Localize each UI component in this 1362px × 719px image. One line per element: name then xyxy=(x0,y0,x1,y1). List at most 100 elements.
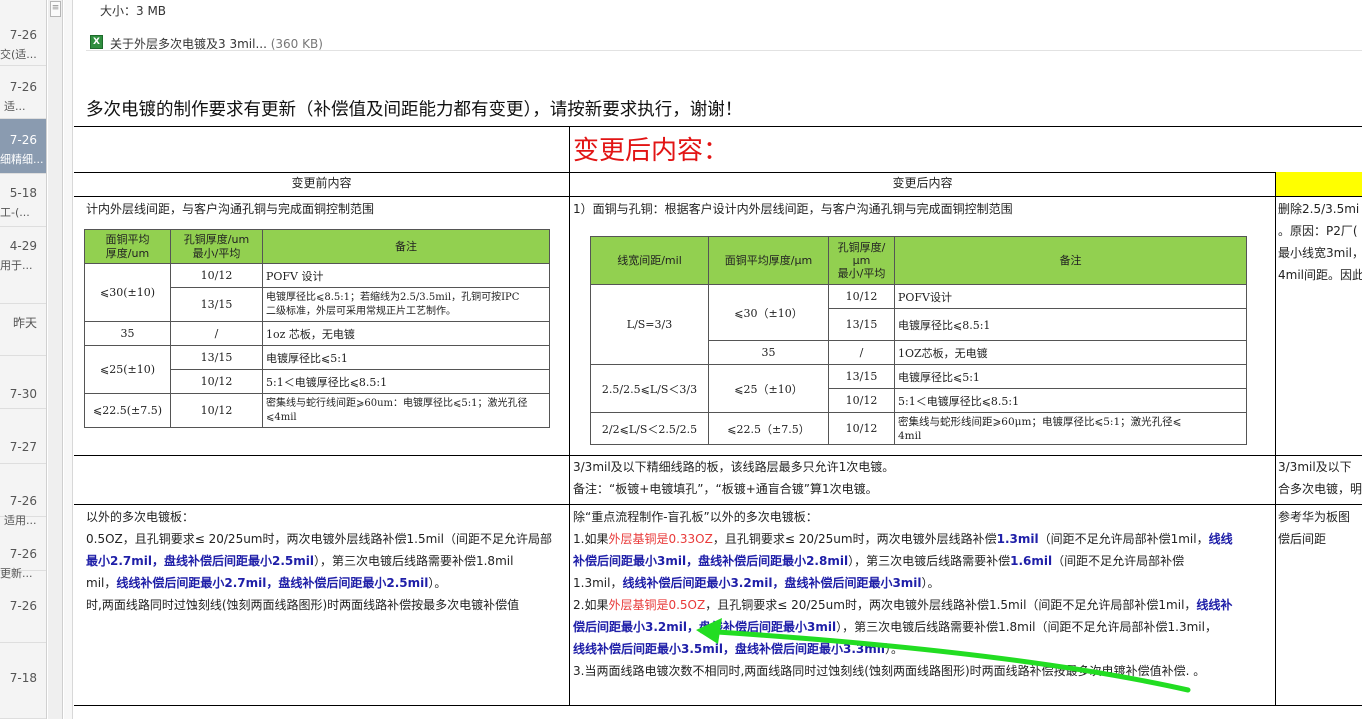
message-date: 7-26 xyxy=(9,599,37,613)
row1-right-line: 最小线宽3mil， xyxy=(1278,246,1362,260)
table-cell: 电镀厚径比⩽5:1 xyxy=(262,345,550,370)
attachment-bar: X 关于外层多次电镀及3 3mil... (360 KB) xyxy=(86,27,1362,51)
message-list-item-selected[interactable]: 7-26 细精细... xyxy=(0,119,46,174)
row1-right-line: 4mil间距。因此 xyxy=(1278,268,1362,282)
row2-right-line: 3/3mil及以下 xyxy=(1278,460,1352,474)
message-list-item[interactable]: 5-18 工-(... xyxy=(0,174,46,227)
plain-text: （间距不足允许局部补偿 xyxy=(1052,554,1185,568)
message-subject: 用于... xyxy=(0,259,33,272)
table-cell: 35 xyxy=(84,321,171,346)
table-rule xyxy=(74,196,1362,197)
excel-file-icon: X xyxy=(90,35,103,49)
red-text: 外层基铜是0.33OZ xyxy=(608,532,713,546)
attachment-file-size: (360 KB) xyxy=(270,37,323,51)
plain-text: （间距不足允许局部补偿1mil， xyxy=(1038,532,1209,546)
column-header-after: 变更后内容 xyxy=(892,176,953,190)
table-rule xyxy=(74,705,1362,706)
message-list-item[interactable]: 7-26 交(适... xyxy=(0,0,46,66)
email-reader-window: 7-26 交(适... 7-26 适... 7-26 细精细... 5-18 工-(..… xyxy=(0,0,1362,719)
pane-splitter[interactable] xyxy=(64,0,73,719)
table-row: 35 / 1oz 芯板，无电镀 xyxy=(84,321,550,346)
message-date: 7-26 xyxy=(9,80,37,94)
message-list-item[interactable]: 7-26 适... xyxy=(0,66,46,119)
table-cell: 13/15 xyxy=(828,308,895,341)
message-list-item[interactable]: 7-30 xyxy=(0,356,46,409)
table-cell: 35 xyxy=(708,340,829,365)
message-date: 7-26 xyxy=(9,28,37,42)
row3-after-line: 线线补偿后间距最小3.5mil，盘线补偿后间距最小3.3mil）。 xyxy=(573,638,1273,660)
plain-text: ），第三次电镀后线路需要补偿1.8mil xyxy=(313,554,514,568)
header-cell: 孔铜厚度/ μm 最小/平均 xyxy=(828,236,895,285)
old-spec-table: 面铜平均 厚度/um 孔铜厚度/um 最小/平均 备注 ⩽30(±10) 10/… xyxy=(84,229,550,428)
row3-after-line: 1.如果外层基铜是0.33OZ，且孔铜要求≤ 20/25um时，两次电镀外层线路… xyxy=(573,528,1273,550)
plain-text: ）。 xyxy=(884,642,903,656)
message-list-item[interactable]: 昨天 xyxy=(0,304,46,356)
table-cell: 密集线与蛇行线间距⩾60um：电镀厚径比⩽5:1；激光孔径 ⩽4mil xyxy=(262,393,550,428)
message-list-item[interactable]: 7-18 xyxy=(0,643,46,719)
message-date: 5-18 xyxy=(9,186,37,200)
row1-before-text: 计内外层线间距，与客户沟通孔铜与完成面铜控制范围 xyxy=(86,202,375,216)
plain-text: ），第三次电镀后线路需要补偿1.8mil（间距不足允许局部补偿1.3mil， xyxy=(836,620,1217,634)
emphasis-text: 偿后间距最小3.2mil，盘线补偿后间距最小3mil xyxy=(573,620,837,634)
plain-text: mil， xyxy=(86,576,117,590)
header-cell: 备注 xyxy=(894,236,1247,285)
attachment-file-name: 关于外层多次电镀及3 3mil... xyxy=(110,37,267,51)
table-header-row: 面铜平均 厚度/um 孔铜厚度/um 最小/平均 备注 xyxy=(84,229,550,264)
table-cell: 10/12 xyxy=(828,284,895,309)
message-subject: 工-(... xyxy=(0,206,30,219)
row3-before-line: mil，线线补偿后间距最小2.7mil，盘线补偿后间距最小2.5mil）。 xyxy=(86,572,568,594)
column-header-before: 变更前内容 xyxy=(291,176,352,190)
table-cell: 电镀厚径比⩽5:1 xyxy=(894,364,1247,389)
message-subject: 交(适... xyxy=(0,48,37,61)
row3-right-line: 偿后间距 xyxy=(1278,532,1327,546)
message-date: 7-30 xyxy=(9,387,37,401)
header-cell: 孔铜厚度/um 最小/平均 xyxy=(170,229,263,264)
row2-after-line: 备注：“板镀+电镀填孔”，“板镀+通盲合镀”算1次电镀。 xyxy=(573,482,878,496)
list-scrollbar[interactable]: ≡ xyxy=(48,0,63,719)
plain-text: ，且孔铜要求≤ 20/25um时，两次电镀外层线路补偿 xyxy=(712,532,997,546)
message-list-item[interactable]: 4-29 用于... xyxy=(0,227,46,304)
after-change-heading: 变更后内容： xyxy=(573,136,730,166)
message-list-item[interactable]: 7-26 适用... xyxy=(0,464,46,527)
table-cell: 5:1＜电镀厚径比⩽8.5:1 xyxy=(894,388,1247,413)
table-cell: ⩽30(±10) xyxy=(84,263,171,322)
table-row: ⩽30(±10) 10/12 POFV 设计 xyxy=(84,263,550,322)
message-list-item[interactable]: 7-26 xyxy=(0,571,46,643)
table-cell: 电镀厚径比⩽8.5:1；若缩线为2.5/3.5mil，孔铜可按IPC 二级标准，… xyxy=(262,287,550,322)
plain-text: ），第三次电镀后线路需要补偿 xyxy=(848,554,1011,568)
emphasis-text: 补偿后间距最小3mil，盘线补偿后间距最小2.8mil xyxy=(573,554,849,568)
row3-right-line: 参考华为板图 xyxy=(1278,510,1351,524)
table-cell: 13/15 xyxy=(170,287,263,322)
plain-text: 2.如果 xyxy=(573,598,609,612)
table-rule xyxy=(74,172,1362,173)
emphasis-text: 线线补 xyxy=(1196,598,1233,612)
table-cell: POFV 设计 xyxy=(262,263,550,288)
emphasis-text: 线线补偿后间距最小2.7mil，盘线补偿后间距最小2.5mil xyxy=(116,576,429,590)
table-cell: 电镀厚径比⩽8.5:1 xyxy=(894,308,1247,341)
row3-after-line: 除“重点流程制作-盲孔板”以外的多次电镀板： xyxy=(573,510,818,524)
emphasis-text: 1.6mil xyxy=(1010,554,1053,568)
table-cell: / xyxy=(828,340,895,365)
new-spec-table: 线宽间距/mil 面铜平均厚度/μm 孔铜厚度/ μm 最小/平均 备注 L/S… xyxy=(590,236,1247,445)
table-cell: 5:1＜电镀厚径比⩽8.5:1 xyxy=(262,369,550,394)
emphasis-text: 线线补偿后间距最小3.5mil，盘线补偿后间距最小3.3mil xyxy=(573,642,885,656)
table-row: ⩽22.5(±7.5) 10/12 密集线与蛇行线间距⩾60um：电镀厚径比⩽5… xyxy=(84,393,550,428)
row3-after-line: 补偿后间距最小3mil，盘线补偿后间距最小2.8mil），第三次电镀后线路需要补… xyxy=(573,550,1273,572)
table-row: 2.5/2.5⩽L/S＜3/3 ⩽25（±10） 13/15 电镀厚径比⩽5:1 xyxy=(590,364,1247,413)
message-date: 7-26 xyxy=(9,133,37,147)
row3-before-line: 时,两面线路同时过蚀刻线(蚀刻两面线路图形)时两面线路补偿按最多次电镀补偿值 xyxy=(86,598,520,612)
scrollbar-grip-icon[interactable]: ≡ xyxy=(50,1,61,17)
message-list-sidebar[interactable]: 7-26 交(适... 7-26 适... 7-26 细精细... 5-18 工-(..… xyxy=(0,0,47,719)
table-cell: ⩽25（±10） xyxy=(708,364,829,413)
highlighted-header-cell xyxy=(1276,172,1362,196)
table-cell: 10/12 xyxy=(170,369,263,394)
message-list-item[interactable]: 7-26 更新... xyxy=(0,517,46,580)
emphasis-text: 1.3mil xyxy=(996,532,1039,546)
message-list-item[interactable]: 7-27 xyxy=(0,409,46,464)
table-cell: ⩽22.5(±7.5) xyxy=(84,393,171,428)
header-cell: 面铜平均 厚度/um xyxy=(84,229,171,264)
table-cell: ⩽25(±10) xyxy=(84,345,171,394)
emphasis-text: 最小2.7mil，盘线补偿后间距最小2.5mil xyxy=(86,554,314,568)
row3-before-line: 0.5OZ，且孔铜要求≤ 20/25um时，两次电镀外层线路补偿1.5mil（间… xyxy=(86,532,552,546)
attachment-link[interactable]: 关于外层多次电镀及3 3mil... (360 KB) xyxy=(110,35,323,52)
